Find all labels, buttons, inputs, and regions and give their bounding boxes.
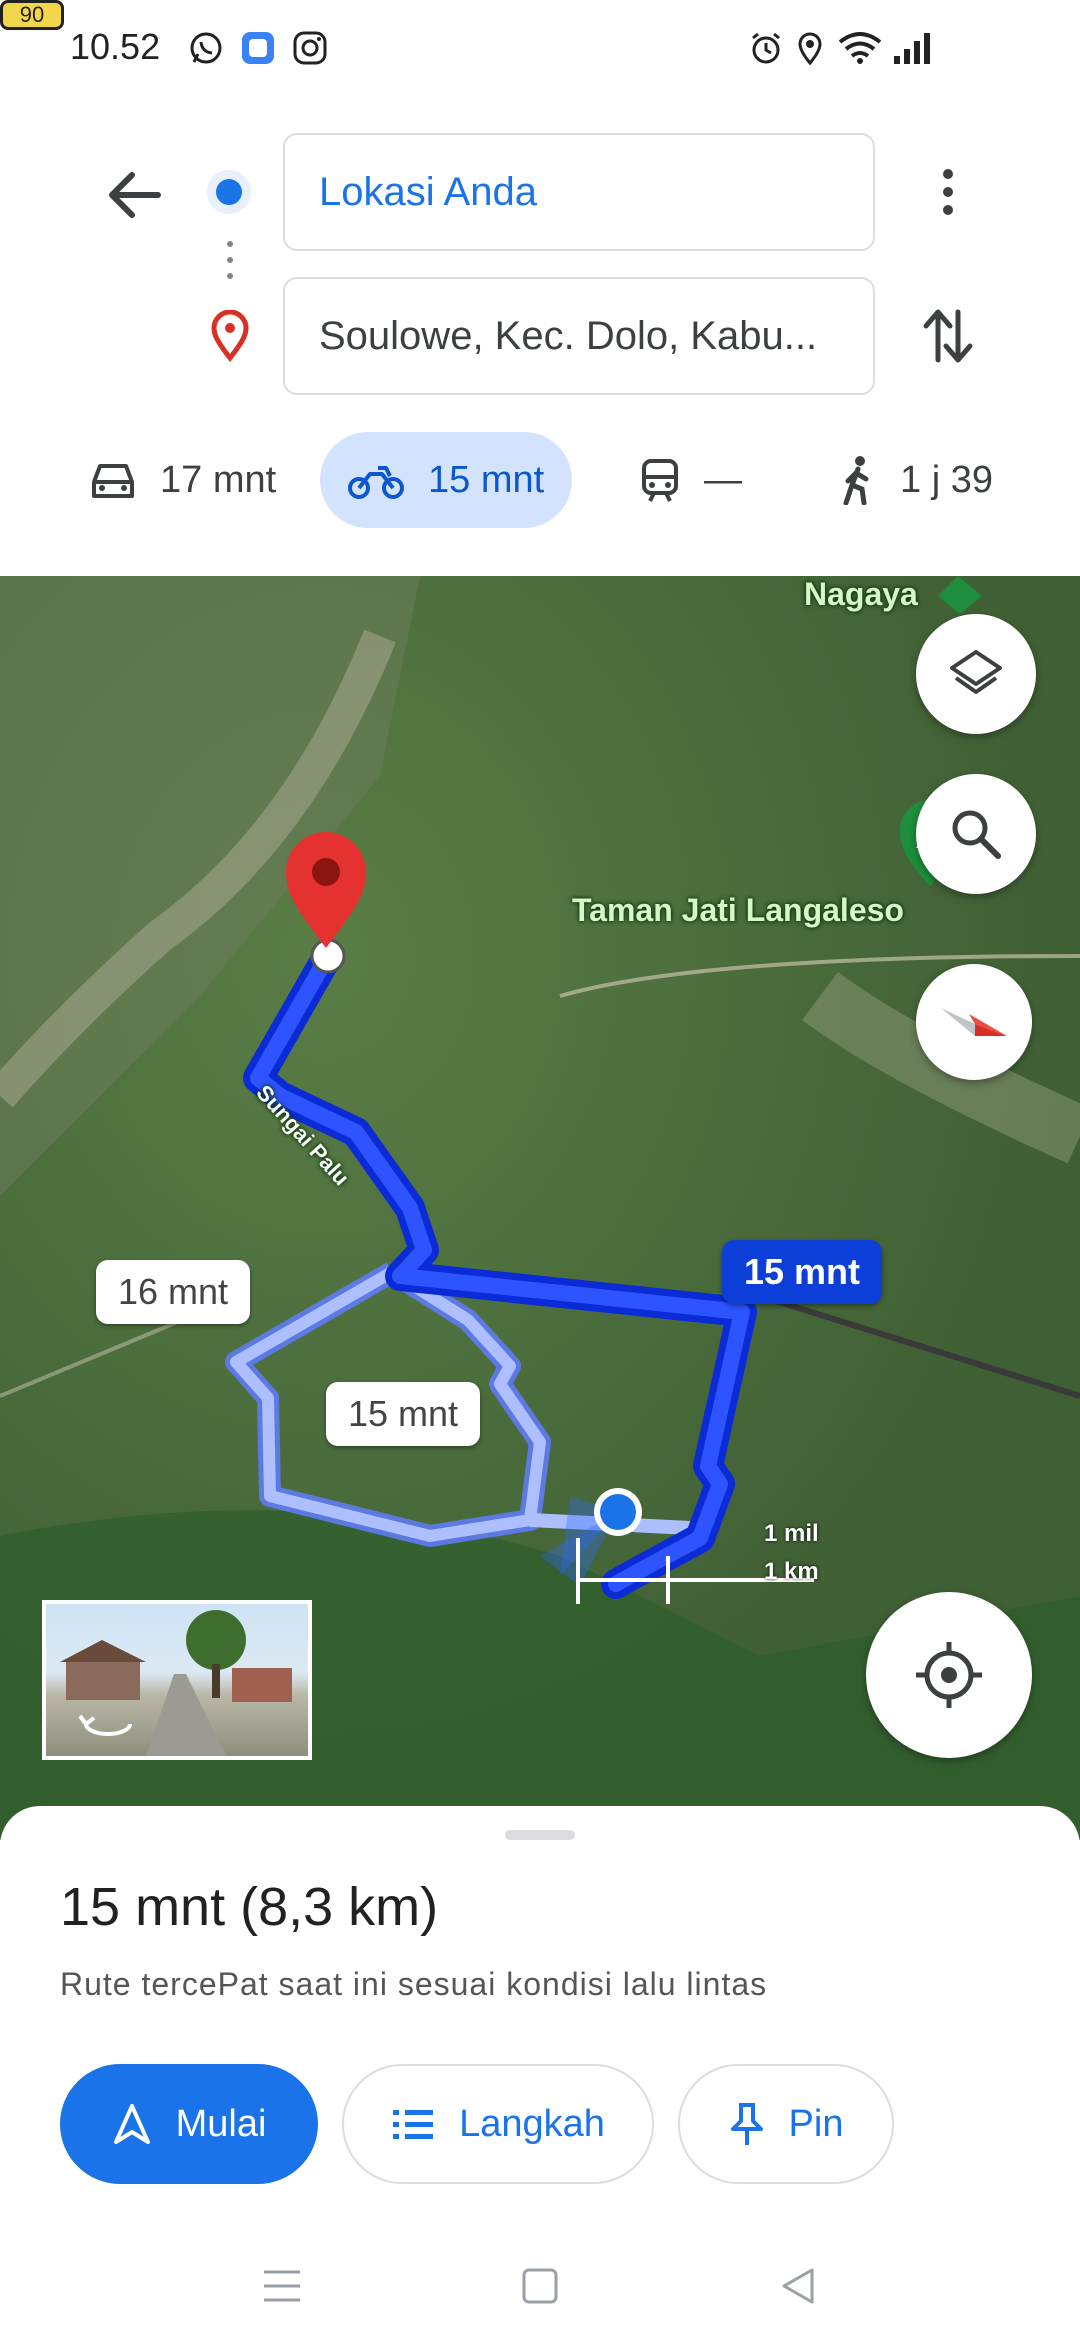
destination-pin-icon xyxy=(211,310,249,362)
car-icon xyxy=(92,464,134,498)
map-view[interactable]: Nagaya Taman Jati Langaleso Sungai Palu … xyxy=(0,576,1080,1840)
mode-walk-tab[interactable]: 1 j 39 xyxy=(838,432,993,528)
place-label-nagaya[interactable]: Nagaya xyxy=(804,576,918,613)
street-view-thumbnail[interactable] xyxy=(42,1600,312,1760)
menu-nav-icon[interactable] xyxy=(262,2266,302,2306)
system-navigation-bar xyxy=(0,2230,1080,2340)
street-view-icon xyxy=(60,1610,292,1756)
status-bar: 10.52 90 xyxy=(0,0,1080,100)
clock: 10.52 xyxy=(70,26,161,67)
layers-button[interactable] xyxy=(916,614,1036,734)
signal-icon xyxy=(894,33,930,64)
scale-km: 1 km xyxy=(764,1558,819,1585)
pin-button-label: Pin xyxy=(788,2102,844,2145)
mode-car-tab[interactable]: 17 mnt xyxy=(90,432,276,528)
scale-miles: 1 mil xyxy=(764,1520,819,1547)
my-location-icon xyxy=(916,1642,982,1708)
navigate-icon xyxy=(113,2104,150,2144)
location-icon xyxy=(798,32,822,66)
search-icon xyxy=(952,810,1001,859)
app-icon xyxy=(242,32,274,64)
mode-transit-label: — xyxy=(704,458,742,501)
mode-motorcycle-label: 15 mnt xyxy=(428,458,545,501)
back-arrow-icon[interactable] xyxy=(100,160,170,230)
swap-icon[interactable] xyxy=(920,304,976,368)
search-along-route-button[interactable] xyxy=(916,774,1036,894)
pin-button[interactable]: Pin xyxy=(678,2064,894,2184)
steps-button[interactable]: Langkah xyxy=(342,2064,654,2184)
route-summary: 15 mnt (8,3 km) xyxy=(60,1877,439,1937)
mode-transit-tab[interactable]: — xyxy=(640,432,742,528)
mode-walk-label: 1 j 39 xyxy=(900,458,993,501)
compass-button[interactable] xyxy=(916,964,1032,1080)
route-callout-main[interactable]: 15 mnt xyxy=(722,1240,883,1304)
origin-dot-icon xyxy=(207,170,251,214)
instagram-icon xyxy=(293,31,327,65)
place-label-taman[interactable]: Taman Jati Langaleso xyxy=(572,892,904,929)
route-note: Rute tercePat saat ini sesuai kondisi la… xyxy=(60,1966,768,2002)
route-callout-alt2[interactable]: 15 mnt xyxy=(326,1382,481,1446)
layers-icon xyxy=(950,650,1002,694)
wifi-icon xyxy=(838,32,882,64)
train-icon xyxy=(642,459,678,502)
more-icon[interactable] xyxy=(926,164,970,220)
mode-car-label: 17 mnt xyxy=(160,458,277,501)
destination-input[interactable]: Soulowe, Kec. Dolo, Kabu... xyxy=(283,277,875,395)
list-icon xyxy=(393,2110,434,2139)
steps-button-label: Langkah xyxy=(459,2102,605,2145)
route-connector-icon xyxy=(227,241,233,279)
origin-input[interactable]: Lokasi Anda xyxy=(283,133,875,251)
motorcycle-icon xyxy=(348,466,404,499)
home-nav-icon[interactable] xyxy=(520,2266,560,2306)
start-button[interactable]: Mulai xyxy=(60,2064,318,2184)
back-nav-icon[interactable] xyxy=(778,2266,818,2306)
pin-icon xyxy=(730,2103,763,2145)
my-location-button[interactable] xyxy=(866,1592,1032,1758)
route-callout-alt1[interactable]: 16 mnt xyxy=(96,1260,251,1324)
mode-motorcycle-tab[interactable]: 15 mnt xyxy=(320,432,572,528)
walk-icon xyxy=(843,456,869,505)
drag-handle[interactable] xyxy=(505,1830,575,1840)
alarm-icon xyxy=(752,32,780,64)
compass-icon xyxy=(941,1008,1007,1036)
start-button-label: Mulai xyxy=(175,2102,267,2145)
battery-indicator: 90 xyxy=(0,0,64,30)
whatsapp-icon xyxy=(190,32,222,64)
